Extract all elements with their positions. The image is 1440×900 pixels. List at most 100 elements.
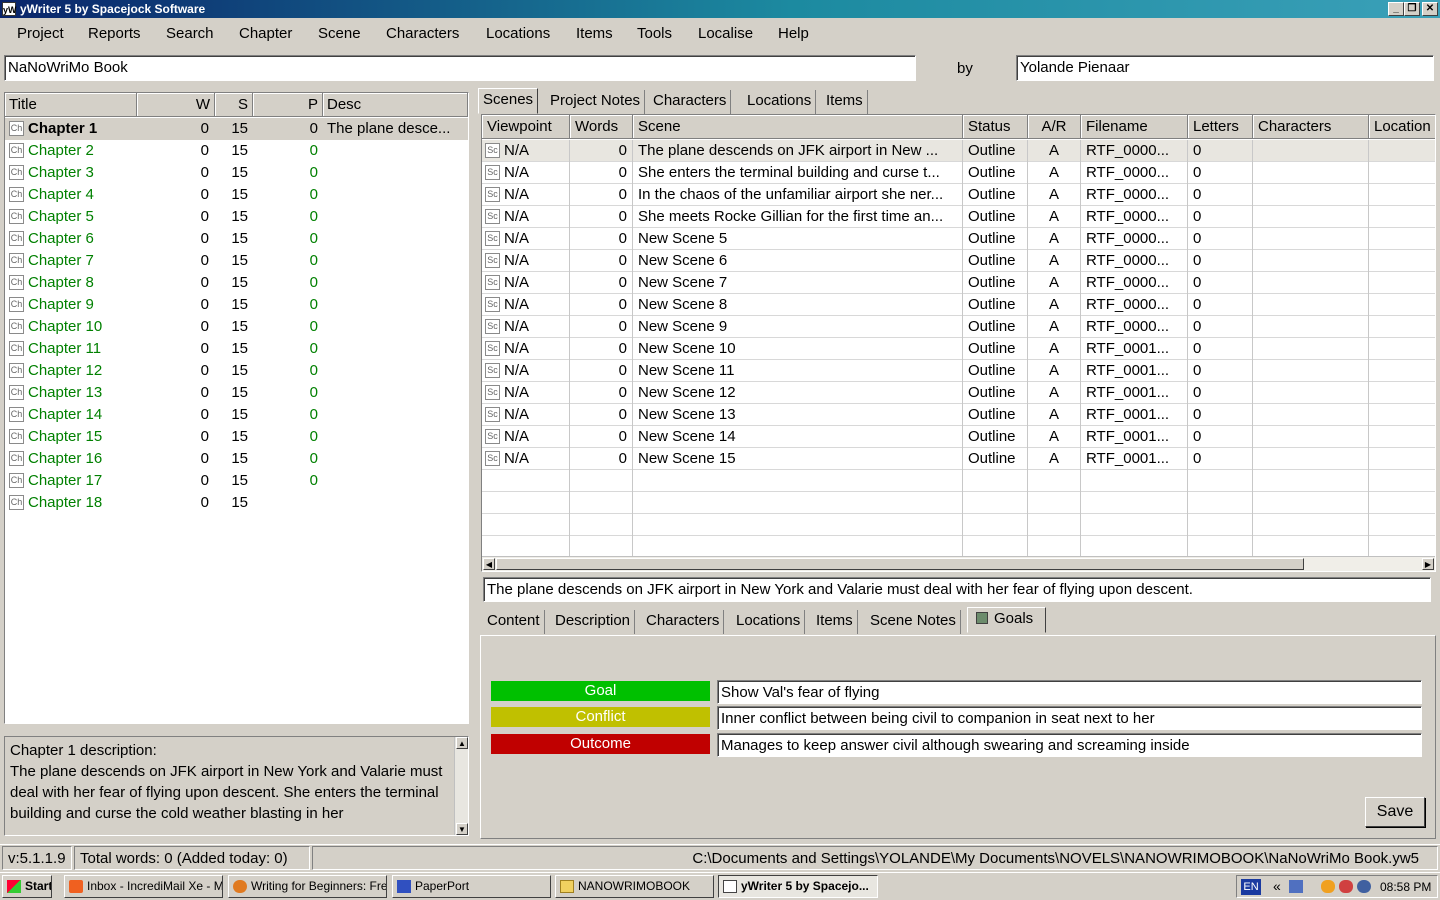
task-paperport[interactable]: PaperPort — [392, 875, 551, 898]
menu-items[interactable]: Items — [576, 25, 613, 42]
tab-characters[interactable]: Characters — [649, 90, 732, 114]
tab-scene-notes[interactable]: Scene Notes — [866, 610, 961, 634]
tab-scene-items[interactable]: Items — [812, 610, 858, 634]
outcome-field[interactable]: Manages to keep answer civil although sw… — [717, 733, 1422, 757]
scene-row[interactable]: N/A 0 New Scene 10 Outline A RTF_0001... 0 Sc — [482, 338, 1435, 360]
col-ar[interactable]: A/R — [1028, 115, 1081, 139]
tab-project-notes[interactable]: Project Notes — [546, 90, 646, 114]
chapter-row[interactable]: Ch Chapter 13 0 15 0 — [5, 382, 468, 404]
chapter-row[interactable]: Ch Chapter 3 0 15 0 — [5, 162, 468, 184]
messenger-icon[interactable] — [1321, 880, 1335, 893]
save-button[interactable]: Save — [1365, 797, 1425, 827]
scene-row[interactable]: N/A 0 New Scene 14 Outline A RTF_0001... 0 Sc — [482, 426, 1435, 448]
tab-items[interactable]: Items — [822, 90, 868, 114]
network-icon[interactable] — [1289, 880, 1303, 893]
menu-tools[interactable]: Tools — [637, 25, 672, 42]
menu-project[interactable]: Project — [17, 25, 64, 42]
task-ywriter[interactable]: yWriter 5 by Spacejo... — [718, 875, 878, 898]
scene-row[interactable]: N/A 0 New Scene 13 Outline A RTF_0001... 0 Sc — [482, 404, 1435, 426]
chapter-row[interactable]: Ch Chapter 1 0 15 0 The plane desce... — [5, 118, 468, 140]
chapter-row[interactable]: Ch Chapter 6 0 15 0 — [5, 228, 468, 250]
col-s[interactable]: S — [215, 93, 253, 117]
menu-locations[interactable]: Locations — [486, 25, 550, 42]
col-p[interactable]: P — [253, 93, 323, 117]
chapter-row[interactable]: Ch Chapter 12 0 15 0 — [5, 360, 468, 382]
chapter-row[interactable]: Ch Chapter 2 0 15 0 — [5, 140, 468, 162]
volume-icon[interactable] — [1357, 880, 1371, 893]
col-filename[interactable]: Filename — [1081, 115, 1188, 139]
restore-button[interactable]: ❐ — [1404, 2, 1420, 16]
chapter-row[interactable]: Ch Chapter 14 0 15 0 — [5, 404, 468, 426]
scroll-left-arrow-icon[interactable]: ◀ — [483, 558, 495, 570]
description-scrollbar[interactable]: ▲ ▼ — [454, 737, 468, 835]
tab-scene-locations[interactable]: Locations — [732, 610, 806, 634]
scene-grid[interactable]: Viewpoint Words Scene Status A/R Filenam… — [481, 114, 1436, 572]
close-button[interactable]: ✕ — [1422, 2, 1438, 16]
scroll-up-arrow-icon[interactable]: ▲ — [456, 737, 468, 749]
menu-help[interactable]: Help — [778, 25, 809, 42]
col-w[interactable]: W — [137, 93, 215, 117]
minimize-button[interactable]: _ — [1388, 2, 1404, 16]
scene-row[interactable]: N/A 0 The plane descends on JFK airport in… — [482, 140, 1435, 162]
col-title[interactable]: Title — [5, 93, 137, 117]
project-title-field[interactable]: NaNoWriMo Book — [4, 55, 916, 81]
task-incredimail[interactable]: Inbox - IncrediMail Xe - M... — [64, 875, 223, 898]
col-location[interactable]: Location — [1369, 115, 1435, 139]
tab-scene-characters[interactable]: Characters — [642, 610, 725, 634]
tab-scenes[interactable]: Scenes — [478, 88, 539, 114]
scene-row[interactable]: N/A 0 She enters the terminal building and… — [482, 162, 1435, 184]
menu-localise[interactable]: Localise — [698, 25, 753, 42]
col-characters[interactable]: Characters — [1253, 115, 1369, 139]
chapter-row[interactable]: Ch Chapter 11 0 15 0 — [5, 338, 468, 360]
scene-row[interactable] — [482, 536, 1435, 558]
scene-row[interactable] — [482, 492, 1435, 514]
scene-row[interactable]: N/A 0 New Scene 7 Outline A RTF_0000... 0 Sc — [482, 272, 1435, 294]
scene-row[interactable]: N/A 0 In the chaos of the unfamiliar airpo… — [482, 184, 1435, 206]
scroll-down-arrow-icon[interactable]: ▼ — [456, 823, 468, 835]
menu-reports[interactable]: Reports — [88, 25, 141, 42]
col-words[interactable]: Words — [570, 115, 633, 139]
tab-locations[interactable]: Locations — [743, 90, 817, 114]
security-icon[interactable] — [1339, 880, 1353, 893]
col-desc[interactable]: Desc — [323, 93, 468, 117]
scroll-right-arrow-icon[interactable]: ▶ — [1422, 558, 1434, 570]
start-button[interactable]: Start — [2, 875, 52, 898]
menu-scene[interactable]: Scene — [318, 25, 361, 42]
task-folder[interactable]: NANOWRIMOBOOK — [555, 875, 714, 898]
clock[interactable]: 08:58 PM — [1380, 879, 1431, 896]
scene-row[interactable]: N/A 0 New Scene 8 Outline A RTF_0000... 0 Sc — [482, 294, 1435, 316]
scene-row[interactable]: N/A 0 New Scene 9 Outline A RTF_0000... 0 Sc — [482, 316, 1435, 338]
col-scene[interactable]: Scene — [633, 115, 963, 139]
scene-row[interactable]: N/A 0 New Scene 12 Outline A RTF_0001... 0 Sc — [482, 382, 1435, 404]
chapter-list[interactable]: Title W S P Desc Ch Chapter 1 0 15 0 The plan… — [4, 92, 469, 724]
scene-row[interactable]: N/A 0 New Scene 6 Outline A RTF_0000... 0 Sc — [482, 250, 1435, 272]
col-status[interactable]: Status — [963, 115, 1028, 139]
tab-goals[interactable]: Goals — [967, 607, 1046, 633]
author-field[interactable]: Yolande Pienaar — [1016, 55, 1434, 81]
chapter-description-box[interactable]: Chapter 1 description: The plane descend… — [4, 736, 469, 836]
chapter-row[interactable]: Ch Chapter 4 0 15 0 — [5, 184, 468, 206]
goal-field[interactable]: Show Val's fear of flying — [717, 680, 1422, 704]
menu-search[interactable]: Search — [166, 25, 214, 42]
menu-chapter[interactable]: Chapter — [239, 25, 292, 42]
chapter-row[interactable]: Ch Chapter 15 0 15 0 — [5, 426, 468, 448]
scroll-thumb[interactable] — [496, 558, 1304, 570]
scene-row[interactable]: N/A 0 She meets Rocke Gillian for the firs… — [482, 206, 1435, 228]
chapter-row[interactable]: Ch Chapter 10 0 15 0 — [5, 316, 468, 338]
chapter-row[interactable]: Ch Chapter 9 0 15 0 — [5, 294, 468, 316]
scene-row[interactable]: N/A 0 New Scene 11 Outline A RTF_0001... 0 Sc — [482, 360, 1435, 382]
conflict-field[interactable]: Inner conflict between being civil to co… — [717, 706, 1422, 730]
scene-row[interactable] — [482, 514, 1435, 536]
tab-content[interactable]: Content — [483, 610, 545, 634]
tray-expand-icon[interactable]: « — [1273, 878, 1281, 895]
menu-characters[interactable]: Characters — [386, 25, 459, 42]
scene-row[interactable]: N/A 0 New Scene 15 Outline A RTF_0001... 0 Sc — [482, 448, 1435, 470]
scene-row[interactable] — [482, 470, 1435, 492]
col-viewpoint[interactable]: Viewpoint — [482, 115, 570, 139]
chapter-row[interactable]: Ch Chapter 17 0 15 0 — [5, 470, 468, 492]
chapter-row[interactable]: Ch Chapter 7 0 15 0 — [5, 250, 468, 272]
chapter-row[interactable]: Ch Chapter 8 0 15 0 — [5, 272, 468, 294]
col-letters[interactable]: Letters — [1188, 115, 1253, 139]
grid-horizontal-scrollbar[interactable]: ◀ ▶ — [482, 556, 1435, 571]
scene-description-field[interactable]: The plane descends on JFK airport in New… — [483, 577, 1431, 602]
